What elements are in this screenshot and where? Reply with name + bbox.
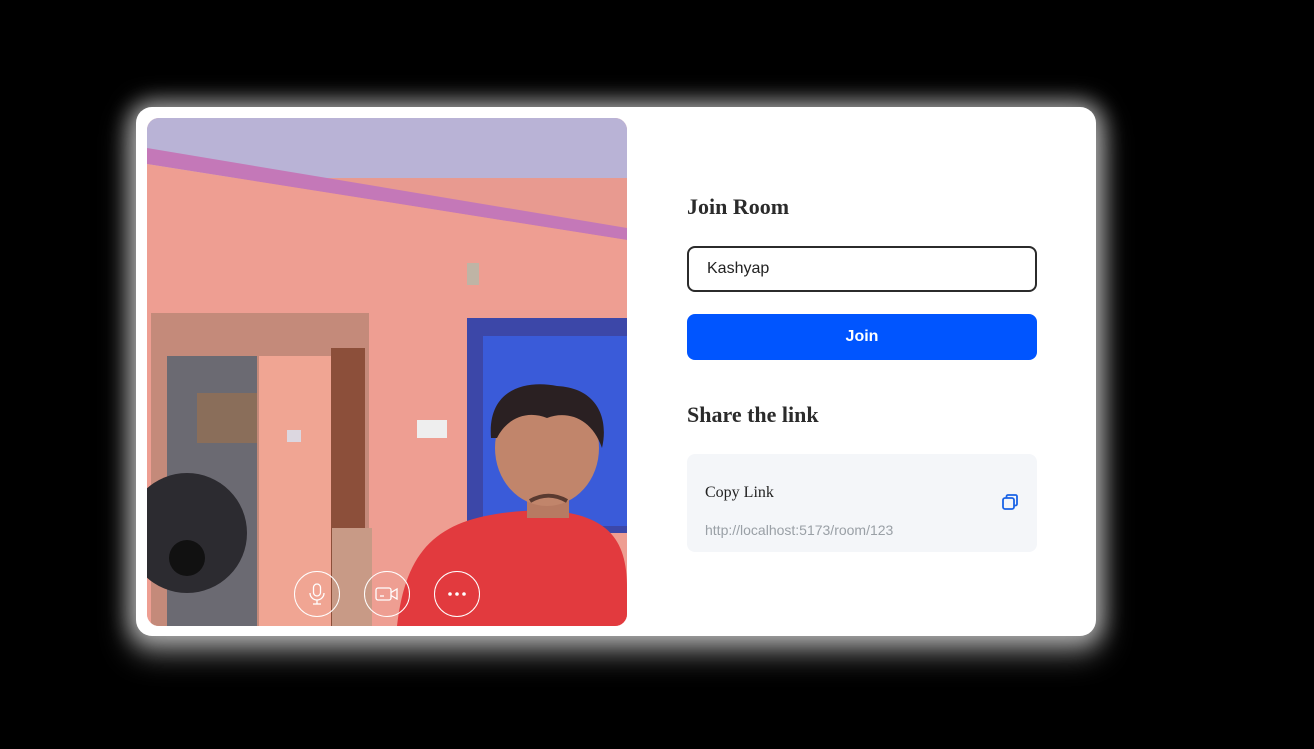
- name-input[interactable]: [687, 246, 1037, 292]
- microphone-icon: [309, 583, 325, 605]
- join-button[interactable]: Join: [687, 314, 1037, 360]
- copy-link-label: Copy Link: [705, 484, 774, 501]
- camera-icon: [375, 587, 398, 601]
- more-options-icon: [448, 592, 466, 596]
- copy-icon[interactable]: [1001, 493, 1019, 511]
- camera-preview: [147, 118, 627, 626]
- microphone-button[interactable]: [294, 571, 340, 617]
- video-controls: [147, 571, 627, 617]
- camera-button[interactable]: [364, 571, 410, 617]
- more-options-button[interactable]: [434, 571, 480, 617]
- camera-feed-image: [147, 118, 627, 626]
- join-panel: Join Room Join Share the link Copy Link …: [687, 107, 1037, 636]
- copy-link-box: Copy Link http://localhost:5173/room/123: [687, 454, 1037, 552]
- join-room-heading: Join Room: [687, 194, 790, 219]
- share-link-heading: Share the link: [687, 402, 819, 427]
- room-url: http://localhost:5173/room/123: [705, 522, 894, 538]
- join-room-card: Join Room Join Share the link Copy Link …: [136, 107, 1096, 636]
